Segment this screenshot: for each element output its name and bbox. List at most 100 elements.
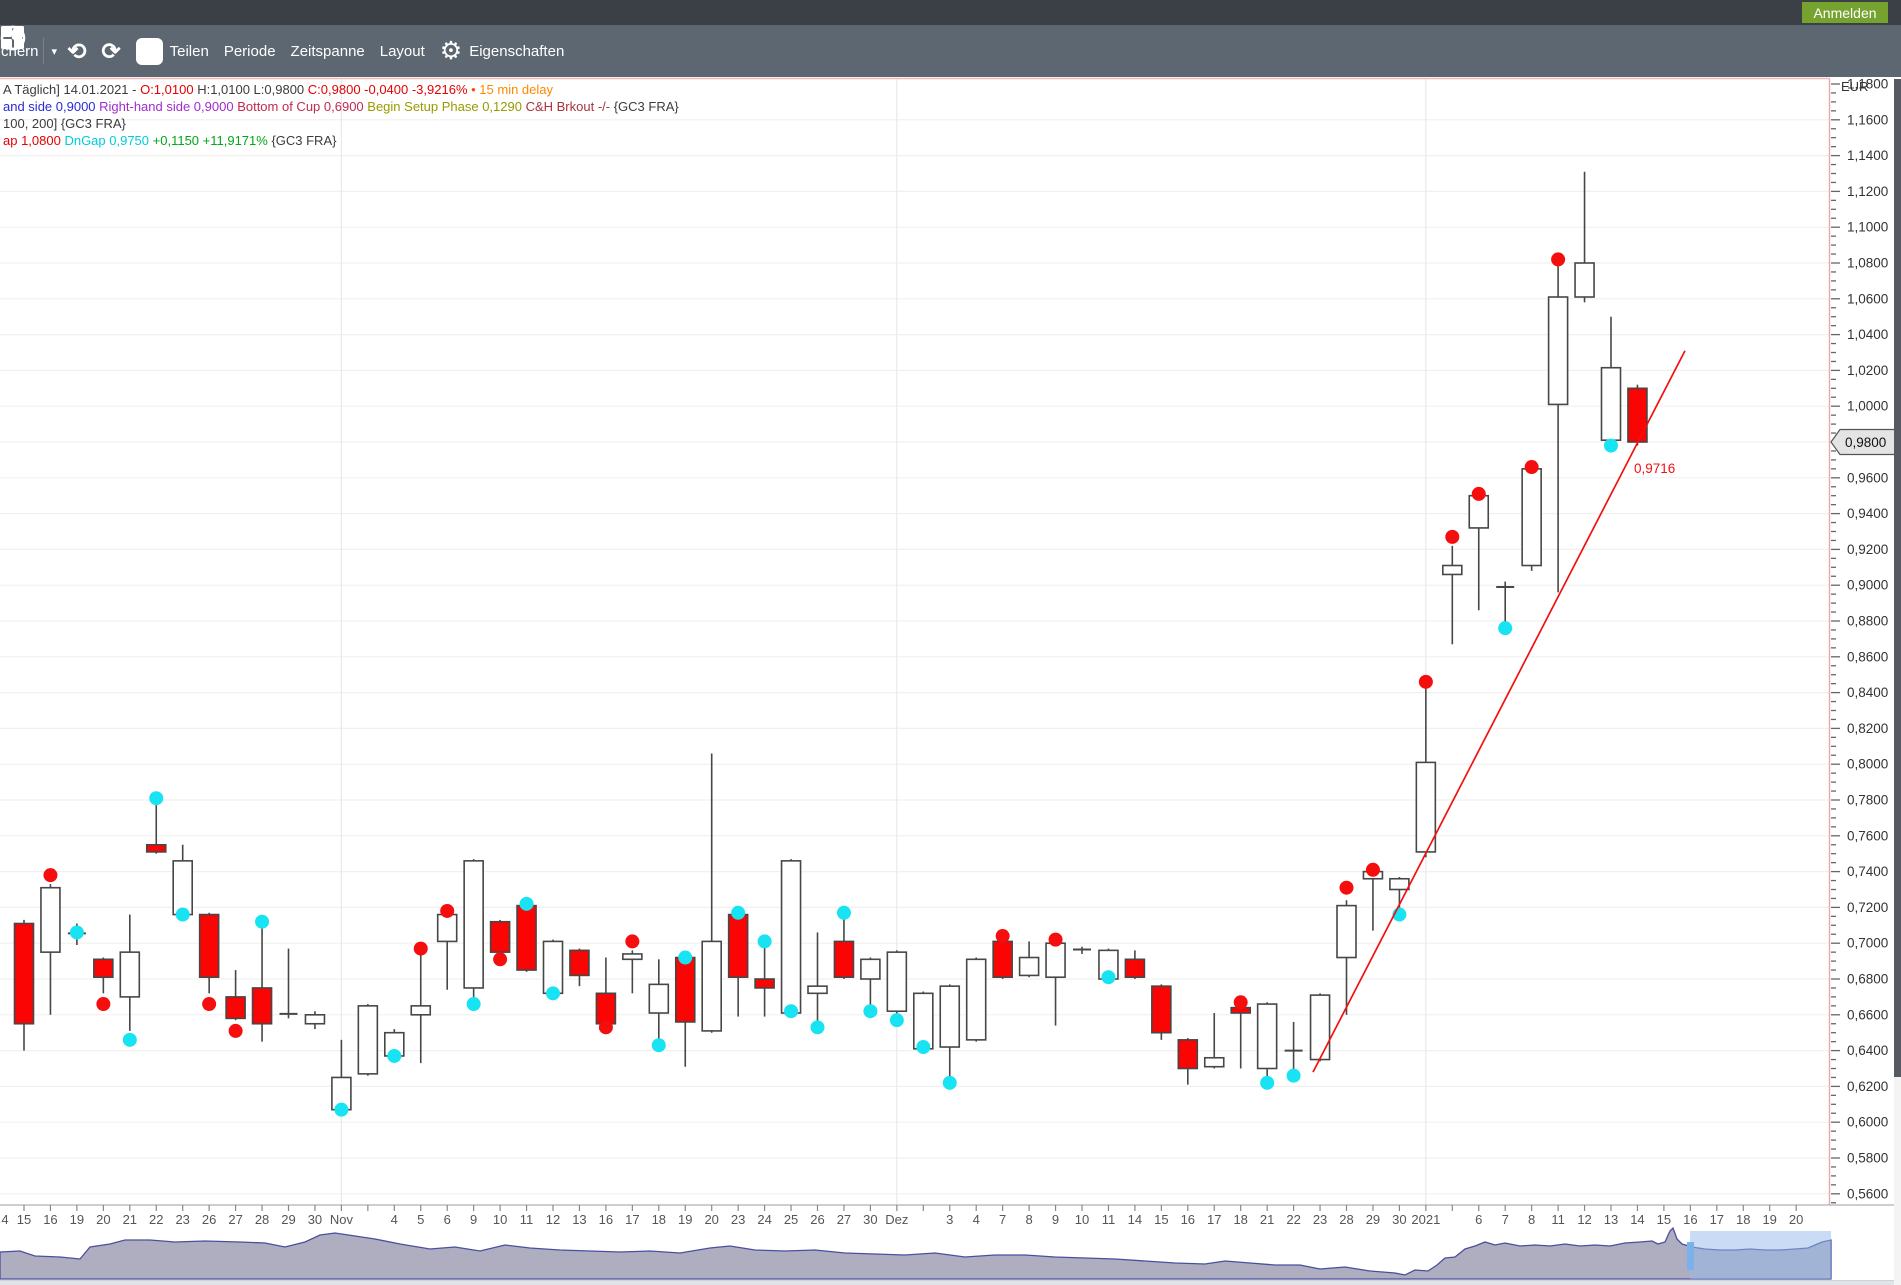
red-signal-dot (414, 942, 428, 956)
cyan-signal-dot (916, 1040, 930, 1054)
toolbar-item-label: Eigenschaften (469, 43, 564, 60)
navigator-handle[interactable] (1687, 1242, 1694, 1270)
time-axis-label: 8 (1528, 1212, 1535, 1227)
cyan-signal-dot (890, 1013, 904, 1027)
red-signal-dot (1551, 252, 1565, 266)
navigator[interactable] (0, 1228, 1831, 1279)
price-axis-label: 0,6000 (1847, 1115, 1888, 1130)
cyan-signal-dot (943, 1076, 957, 1090)
time-axis-label: 6 (444, 1212, 451, 1227)
price-axis-label: 1,0200 (1847, 363, 1888, 378)
price-axis-label: 1,0600 (1847, 291, 1888, 306)
price-axis-label: 0,7400 (1847, 864, 1888, 879)
legend-segment: O:1,0100 (140, 82, 197, 97)
chart-toolbar: chern ▾ ⟲⟳TeilenPeriodeZeitspanneLayout⚙… (0, 25, 1901, 77)
toolbar-item-period[interactable]: Periode (224, 43, 276, 60)
currency-axis-label: EUR (1841, 79, 1868, 94)
redo-icon: ⟳ (101, 40, 120, 63)
time-axis-label: Nov (330, 1212, 354, 1227)
time-axis-label: 28 (1339, 1212, 1353, 1227)
time-axis-label: 28 (255, 1212, 269, 1227)
candle (1628, 385, 1647, 446)
price-axis-label: 0,6600 (1847, 1007, 1888, 1022)
legend-segment: Right-hand side 0,9000 (99, 99, 237, 114)
time-axis-label: 17 (625, 1212, 639, 1227)
legend-line-3: 100, 200] {GC3 FRA} (3, 115, 679, 132)
navigator-selection[interactable] (1690, 1231, 1831, 1279)
time-axis-label: 19 (1762, 1212, 1776, 1227)
vertical-scrollbar[interactable] (1894, 79, 1901, 1285)
time-axis-label: 16 (1181, 1212, 1195, 1227)
time-axis-label: 30 (863, 1212, 877, 1227)
login-button[interactable]: Anmelden (1802, 2, 1888, 23)
save-dropdown-button[interactable]: ▾ (52, 45, 58, 58)
toolbar-item-properties[interactable]: ⚙Eigenschaften (440, 39, 565, 64)
price-axis[interactable]: 1,18001,16001,14001,12001,10001,08001,06… (1830, 77, 1889, 1206)
price-axis-label: 0,9000 (1847, 578, 1888, 593)
legend-segment: 100, 200] {GC3 FRA} (3, 116, 126, 131)
toolbar-item-undo[interactable]: ⟲ (67, 40, 86, 63)
cyan-signal-dot (731, 906, 745, 920)
time-axis-label: 20 (1789, 1212, 1803, 1227)
price-axis-label: 0,5800 (1847, 1151, 1888, 1166)
current-price-value: 0,9800 (1845, 435, 1886, 450)
time-axis-label: 15 (1657, 1212, 1671, 1227)
candle (1522, 467, 1541, 571)
time-axis-label: 27 (228, 1212, 242, 1227)
time-axis-label: 19 (678, 1212, 692, 1227)
time-axis-label: Dez (885, 1212, 908, 1227)
navigator-area (0, 1228, 1831, 1279)
red-signal-dot (1445, 530, 1459, 544)
time-axis-label: 27 (837, 1212, 851, 1227)
time-axis-label: 17 (1207, 1212, 1221, 1227)
time-axis-label: 9 (1052, 1212, 1059, 1227)
horizontal-scrollbar[interactable] (0, 1280, 1894, 1285)
price-axis-label: 0,8800 (1847, 614, 1888, 629)
red-signal-dot (1049, 933, 1063, 947)
red-signal-dot (43, 868, 57, 882)
toolbar-item-label: Layout (380, 43, 425, 60)
legend-segment: +0,1150 +11,9171% (153, 133, 272, 148)
toolbar-item-layout[interactable]: Layout (380, 43, 425, 60)
toolbar-item-redo[interactable]: ⟳ (101, 40, 120, 63)
price-chart[interactable]: 0,97161,18001,16001,14001,12001,10001,08… (0, 0, 1901, 1285)
red-signal-dot (229, 1024, 243, 1038)
red-signal-dot (996, 929, 1010, 943)
time-axis-label: 4 (391, 1212, 398, 1227)
price-axis-label: 0,5600 (1847, 1186, 1888, 1201)
price-axis-label: 0,8400 (1847, 685, 1888, 700)
time-axis-label: 15 (17, 1212, 31, 1227)
time-axis-label: 11 (1102, 1212, 1116, 1227)
candle (1311, 993, 1330, 1061)
time-axis-label: 26 (202, 1212, 216, 1227)
price-axis-label: 0,8000 (1847, 757, 1888, 772)
time-axis-label: 10 (1075, 1212, 1089, 1227)
price-axis-label: 1,0000 (1847, 399, 1888, 414)
time-axis-label: 3 (946, 1212, 953, 1227)
cyan-signal-dot (387, 1049, 401, 1063)
time-axis-label: 13 (572, 1212, 586, 1227)
cyan-signal-dot (123, 1033, 137, 1047)
candle (887, 950, 906, 1020)
time-axis-label: 12 (1577, 1212, 1591, 1227)
price-axis-label: 1,1000 (1847, 220, 1888, 235)
toolbar-item-timespan[interactable]: Zeitspanne (291, 43, 365, 60)
time-axis[interactable]: 4151619202122232627282930Nov456910111213… (0, 1205, 1894, 1227)
price-axis-label: 0,7600 (1847, 828, 1888, 843)
price-axis-label: 0,9200 (1847, 542, 1888, 557)
red-signal-dot (1340, 881, 1354, 895)
vertical-scrollbar-thumb[interactable] (1894, 79, 1901, 1077)
cyan-signal-dot (1498, 621, 1512, 635)
time-axis-label: 23 (731, 1212, 745, 1227)
red-signal-dot (202, 997, 216, 1011)
cyan-signal-dot (837, 906, 851, 920)
cyan-signal-dot (1287, 1069, 1301, 1083)
toolbar-item-share[interactable]: Teilen (136, 38, 209, 65)
cyan-signal-dot (334, 1103, 348, 1117)
time-axis-label: 20 (96, 1212, 110, 1227)
time-axis-label: 13 (1604, 1212, 1618, 1227)
time-axis-label: 18 (1736, 1212, 1750, 1227)
red-signal-dot (599, 1020, 613, 1034)
cyan-signal-dot (1260, 1076, 1274, 1090)
cyan-signal-dot (784, 1004, 798, 1018)
